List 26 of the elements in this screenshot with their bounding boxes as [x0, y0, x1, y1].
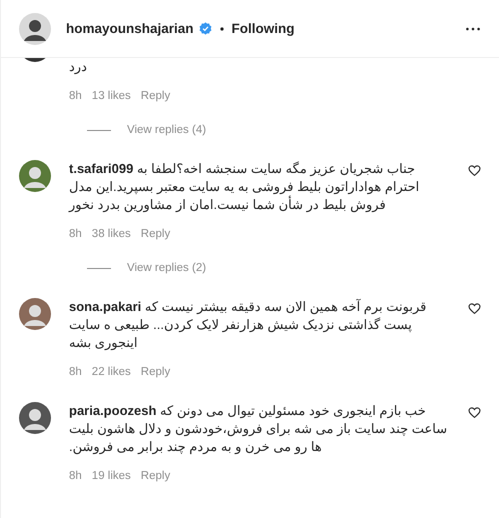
dot-separator-icon	[220, 26, 224, 30]
comment-time: 8h	[69, 90, 82, 102]
likes-count[interactable]: 38 likes	[92, 228, 131, 240]
view-replies-link[interactable]: View replies (2)	[127, 262, 206, 274]
comment-time: 8h	[69, 228, 82, 240]
comment-time: 8h	[69, 470, 82, 482]
comment-time: 8h	[69, 366, 82, 378]
reply-link[interactable]: Reply	[140, 366, 170, 378]
more-options-icon[interactable]	[465, 26, 481, 30]
avatar[interactable]	[19, 12, 51, 44]
avatar[interactable]	[19, 402, 51, 434]
likes-count[interactable]: 13 likes	[92, 90, 131, 102]
reply-link[interactable]: Reply	[140, 470, 170, 482]
reply-link[interactable]: Reply	[140, 90, 170, 102]
following-button[interactable]: Following	[232, 21, 295, 36]
comment-text: درد	[69, 58, 88, 76]
likes-count[interactable]: 22 likes	[92, 366, 131, 378]
likes-count[interactable]: 19 likes	[92, 470, 131, 482]
reply-link[interactable]: Reply	[140, 228, 170, 240]
avatar[interactable]	[19, 160, 51, 192]
heart-icon[interactable]	[468, 302, 481, 315]
avatar[interactable]	[19, 298, 51, 330]
username[interactable]: homayounshajarian	[66, 21, 194, 36]
heart-icon[interactable]	[468, 164, 481, 177]
view-replies-link[interactable]: View replies (4)	[127, 124, 206, 136]
heart-icon[interactable]	[468, 406, 481, 419]
